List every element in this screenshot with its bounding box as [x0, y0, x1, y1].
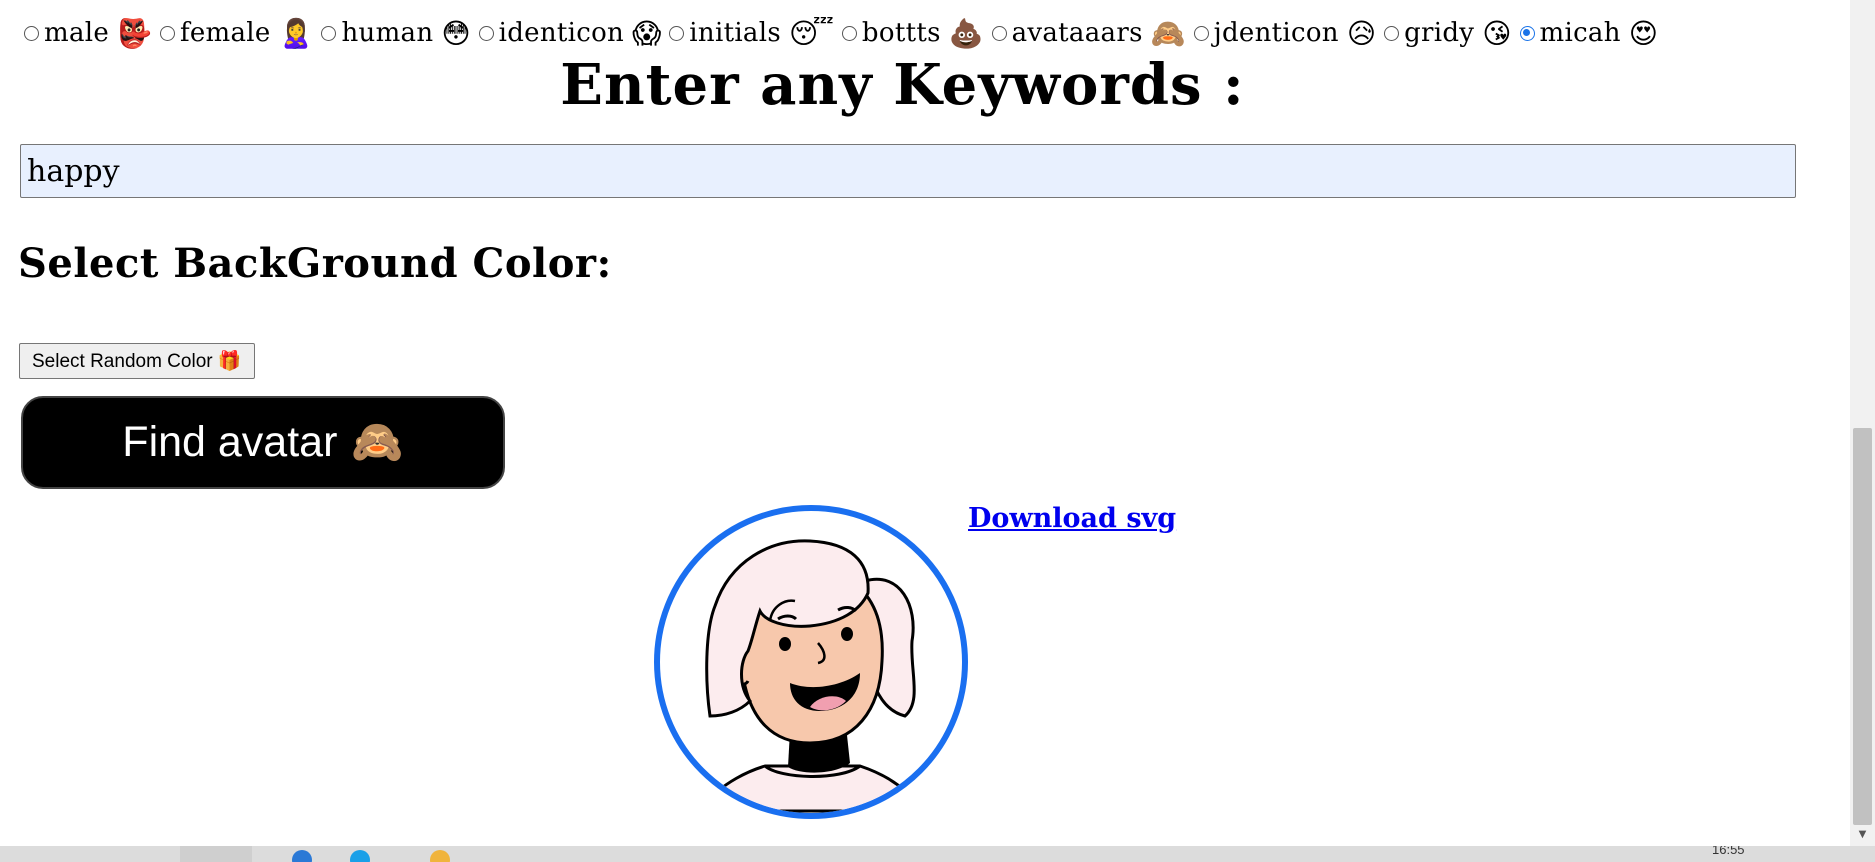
- taskbar-active-item[interactable]: [180, 846, 252, 862]
- avatar-type-label: female: [179, 18, 271, 48]
- avatar-image: [654, 505, 968, 819]
- radio-female[interactable]: [159, 25, 175, 41]
- avatar-type-option-bottts[interactable]: bottts 💩: [841, 16, 984, 50]
- radio-avataaars[interactable]: [991, 25, 1007, 41]
- emoji-icon-jdenticon: 😥: [1346, 16, 1377, 50]
- find-avatar-label: Find avatar: [122, 418, 338, 466]
- avatar-type-label: jdenticon: [1213, 18, 1339, 48]
- edge-icon[interactable]: [350, 850, 370, 862]
- avatar-illustration: [697, 539, 925, 813]
- folder-icon[interactable]: [430, 850, 450, 862]
- avatar-type-option-identicon[interactable]: identicon 😱: [478, 16, 662, 50]
- emoji-icon-avataaars: 🙈: [1150, 16, 1186, 50]
- radio-identicon[interactable]: [478, 25, 494, 41]
- radio-gridy[interactable]: [1384, 25, 1400, 41]
- avatar-type-option-micah[interactable]: micah 😍: [1519, 16, 1658, 50]
- radio-male[interactable]: [24, 25, 39, 41]
- taskbar-clock: 16:55: [1712, 846, 1745, 857]
- scroll-down-arrow-icon[interactable]: ▼: [1853, 828, 1872, 842]
- random-color-button[interactable]: Select Random Color 🎁: [19, 343, 255, 379]
- emoji-icon-micah: 😍: [1628, 16, 1658, 50]
- avatar-type-label: avataaars: [1011, 18, 1143, 48]
- avatar-type-radio-group: male 👺 female 🙎‍♀️ human 😳 identicon 😱 initials 😴…: [24, 8, 1666, 58]
- avatar-type-option-initials[interactable]: initials 😴: [669, 17, 834, 50]
- emoji-icon-bottts: 💩: [948, 16, 984, 50]
- find-avatar-button[interactable]: Find avatar 🙈: [21, 396, 505, 489]
- emoji-icon-initials: 😴: [789, 16, 834, 50]
- avatar-type-label: identicon: [498, 18, 625, 48]
- scrollbar-thumb[interactable]: [1853, 428, 1872, 825]
- avatar-type-label: micah: [1539, 18, 1621, 48]
- emoji-icon-male: 👺: [117, 16, 152, 50]
- avatar-type-option-jdenticon[interactable]: jdenticon 😥: [1193, 16, 1377, 50]
- avatar-type-option-female[interactable]: female 🙎‍♀️: [159, 16, 314, 50]
- radio-micah[interactable]: [1519, 25, 1535, 41]
- monkey-icon: 🙈: [351, 418, 404, 465]
- emoji-icon-gridy: 😘: [1482, 16, 1512, 50]
- keywords-heading: Enter any Keywords :: [560, 52, 1245, 118]
- taskbar: 16:55: [0, 846, 1875, 862]
- radio-bottts[interactable]: [841, 25, 857, 41]
- avatar-type-option-avataaars[interactable]: avataaars 🙈: [991, 16, 1186, 50]
- browser-icon[interactable]: [292, 850, 312, 862]
- avatar-type-label: initials: [689, 18, 781, 48]
- avatar-type-option-gridy[interactable]: gridy 😘: [1384, 16, 1512, 50]
- radio-jdenticon[interactable]: [1193, 25, 1209, 41]
- avatar-type-label: gridy: [1404, 18, 1475, 48]
- keywords-input[interactable]: happy: [20, 144, 1796, 198]
- avatar-type-option-human[interactable]: human 😳: [321, 16, 471, 50]
- emoji-icon-female: 🙎‍♀️: [278, 16, 314, 50]
- keywords-input-value: happy: [27, 153, 120, 189]
- avatar-type-option-male[interactable]: male 👺: [24, 17, 152, 50]
- emoji-icon-human: 😳: [441, 16, 471, 50]
- radio-human[interactable]: [321, 25, 337, 41]
- background-color-heading: Select BackGround Color:: [18, 240, 612, 287]
- radio-initials[interactable]: [669, 25, 685, 41]
- emoji-icon-identicon: 😱: [632, 16, 662, 50]
- avatar-type-label: human: [341, 18, 434, 48]
- avatar-type-label: bottts: [861, 18, 941, 48]
- download-svg-link[interactable]: Download svg: [968, 503, 1176, 534]
- avatar-type-label: male: [44, 18, 110, 48]
